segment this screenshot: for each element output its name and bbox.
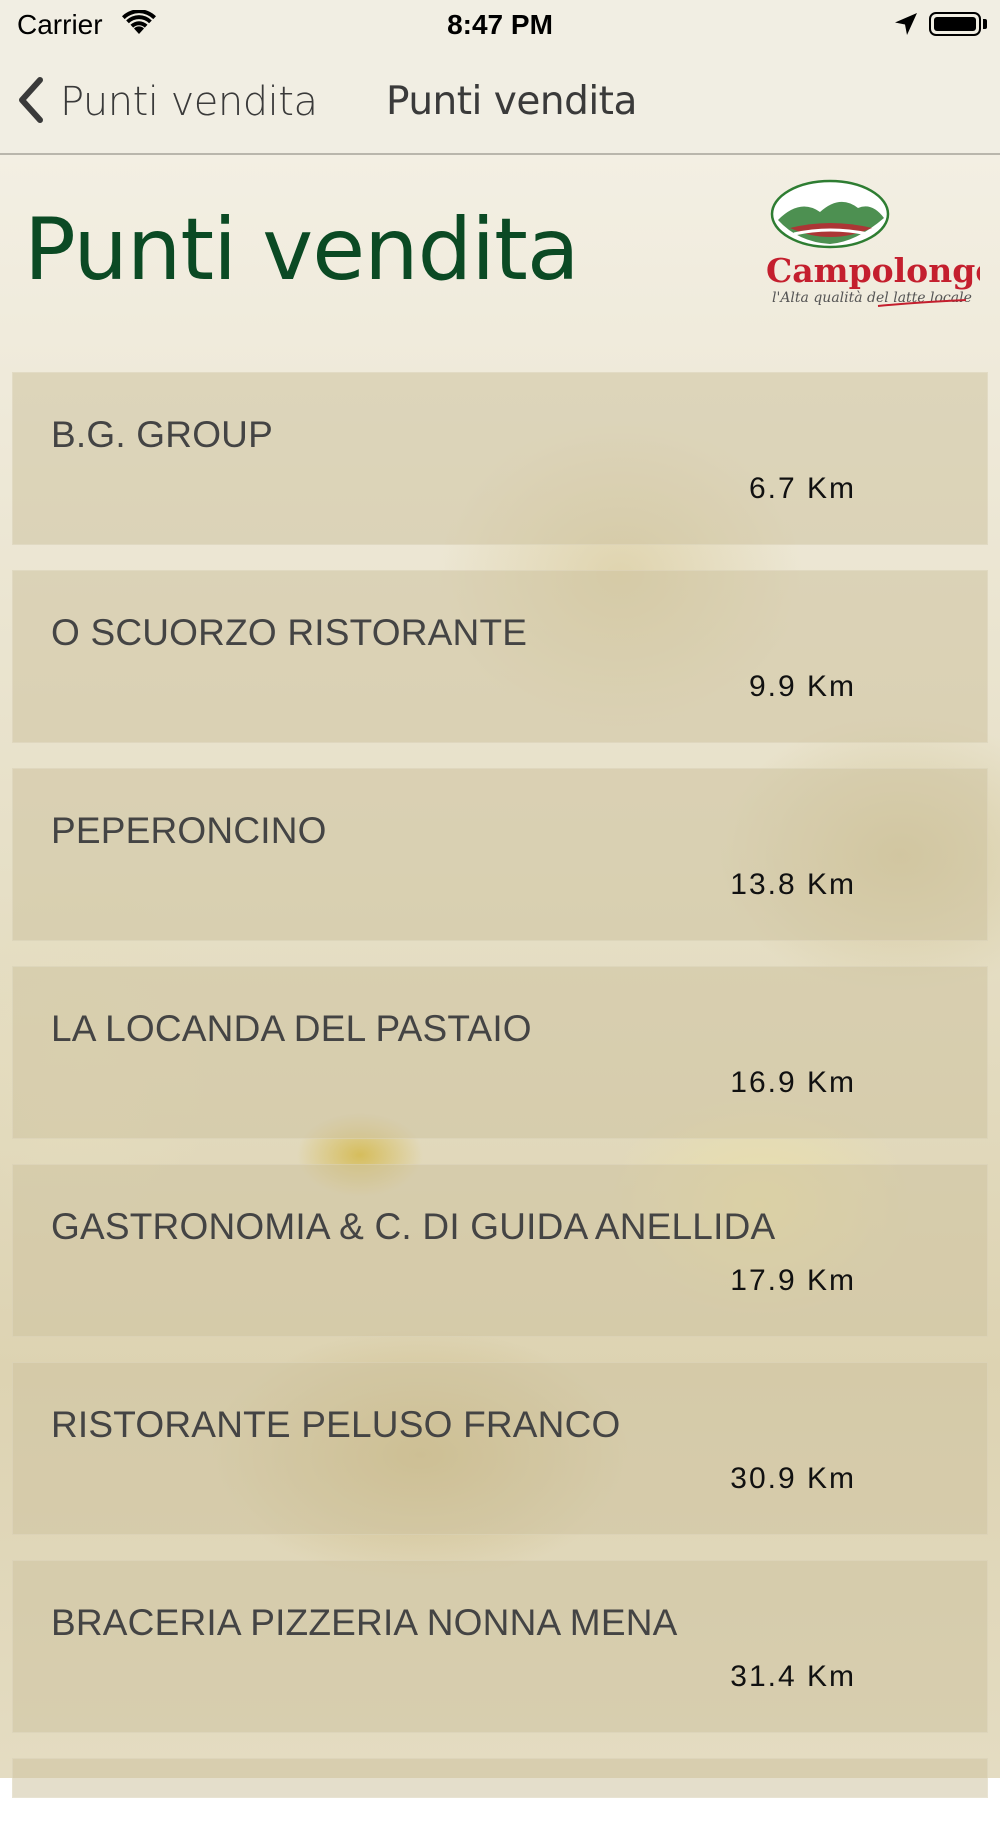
store-distance: 9.9 Km <box>748 670 856 703</box>
battery-tip <box>983 19 987 29</box>
store-row[interactable]: BRACERIA PIZZERIA NONNA MENA 31.4 Km <box>12 1560 988 1733</box>
store-name: LA LOCANDA DEL PASTAIO <box>51 1008 532 1049</box>
page-title: Punti vendita <box>24 200 580 300</box>
store-distance: 30.9 Km <box>730 1462 856 1495</box>
svg-text:Campolongo: Campolongo <box>766 251 980 290</box>
store-row[interactable]: PEPERONCINO 13.8 Km <box>12 768 988 941</box>
chevron-left-icon <box>16 76 46 129</box>
store-row[interactable]: O SCUORZO RISTORANTE 9.9 Km <box>12 570 988 743</box>
location-arrow-icon <box>893 11 919 42</box>
store-name: PEPERONCINO <box>51 810 327 851</box>
store-name: GASTRONOMIA & C. DI GUIDA ANELLIDA <box>51 1206 776 1247</box>
svg-text:l'Alta qualità del latte local: l'Alta qualità del latte locale <box>772 290 972 306</box>
navigation-bar: Punti vendita Punti vendita <box>0 50 1000 155</box>
store-distance: 6.7 Km <box>748 472 856 505</box>
store-distance: 16.9 Km <box>730 1066 856 1099</box>
store-row[interactable]: B.G. GROUP 6.7 Km <box>12 372 988 545</box>
battery-icon <box>929 12 981 36</box>
store-list: B.G. GROUP 6.7 Km O SCUORZO RISTORANTE 9… <box>12 372 988 1823</box>
store-distance: 17.9 Km <box>730 1264 856 1297</box>
store-name: RISTORANTE PELUSO FRANCO <box>51 1404 621 1445</box>
store-row[interactable]: LA LOCANDA DEL PASTAIO 16.9 Km <box>12 966 988 1139</box>
store-name: B.G. GROUP <box>51 414 273 455</box>
back-button[interactable]: Punti vendita <box>16 76 318 129</box>
nav-title: Punti vendita <box>386 79 637 124</box>
clock: 8:47 PM <box>447 9 553 40</box>
status-bar: Carrier 8:47 PM <box>0 0 1000 50</box>
store-row[interactable]: RISTORANTE PELUSO FRANCO 30.9 Km <box>12 1362 988 1535</box>
campolongo-logo: Campolongo l'Alta qualità del latte loca… <box>760 178 997 310</box>
back-button-label: Punti vendita <box>60 79 318 125</box>
store-distance: 13.8 Km <box>730 868 856 901</box>
store-name: O SCUORZO RISTORANTE <box>51 612 528 653</box>
store-name: BRACERIA PIZZERIA NONNA MENA <box>51 1602 678 1643</box>
store-row-partial[interactable] <box>12 1758 988 1798</box>
store-distance: 31.4 Km <box>730 1660 856 1693</box>
store-row[interactable]: GASTRONOMIA & C. DI GUIDA ANELLIDA 17.9 … <box>12 1164 988 1337</box>
